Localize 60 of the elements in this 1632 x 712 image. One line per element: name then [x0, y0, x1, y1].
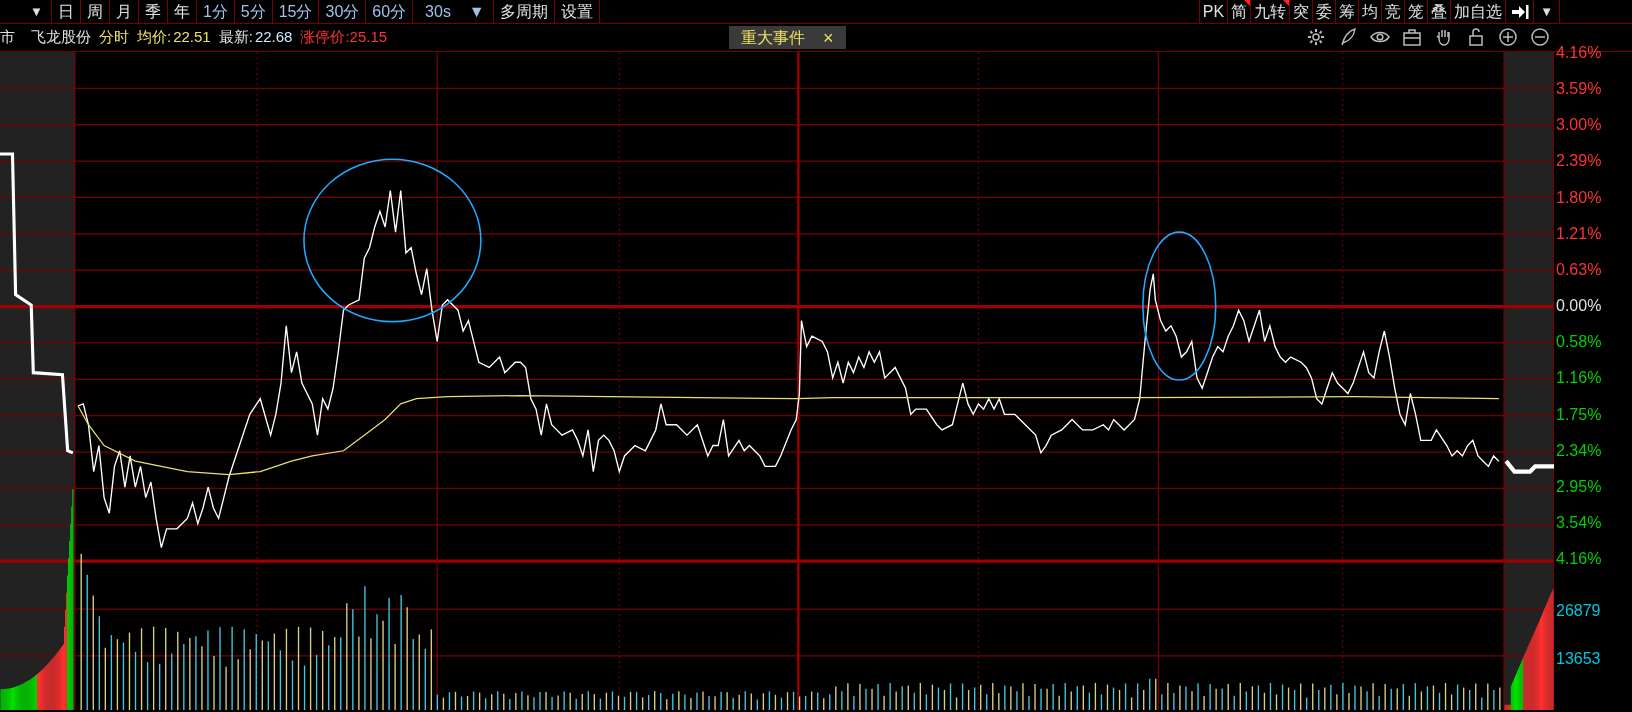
axis-label: 0.63%	[1556, 259, 1602, 280]
axis-label: 3.00%	[1556, 115, 1602, 136]
dropdown-caret[interactable]: ▼	[1533, 0, 1560, 23]
chart-mode-label: 分时	[99, 27, 129, 48]
toolbar-button[interactable]: 加自选	[1450, 0, 1506, 23]
interval-dropdown[interactable]: 30s ▼	[413, 0, 494, 23]
period-tab[interactable]: 30分	[319, 0, 367, 23]
period-tab[interactable]: 多周期	[493, 0, 555, 23]
axis-label: 4.16%	[1556, 43, 1602, 63]
axis-label: 2.34%	[1556, 440, 1602, 461]
period-tab[interactable]: 日	[51, 0, 81, 23]
period-tab[interactable]: 1分	[196, 0, 235, 23]
last-price-value: 22.68	[254, 27, 293, 48]
period-tab[interactable]: 周	[80, 0, 110, 23]
volume-axis-label: 26879	[1556, 601, 1601, 621]
toolbar-button[interactable]: 筹	[1335, 0, 1359, 23]
axis-label: 1.75%	[1556, 404, 1602, 425]
last-price-label: 最新:	[218, 27, 253, 48]
zoom-in-icon[interactable]	[1498, 27, 1518, 47]
period-tab[interactable]: 年	[167, 0, 197, 23]
period-tab[interactable]: 月	[109, 0, 139, 23]
axis-label: 2.95%	[1556, 476, 1602, 497]
period-tab[interactable]: 季	[138, 0, 168, 23]
dropdown-caret[interactable]: ▼	[0, 0, 52, 23]
average-price-label: 均价:	[137, 27, 172, 48]
toolbar-button[interactable]: 笼	[1404, 0, 1428, 23]
axis-label: 1.21%	[1556, 223, 1602, 244]
axis-label: 1.16%	[1556, 368, 1602, 389]
axis-label: 3.54%	[1556, 512, 1602, 533]
average-price-value: 22.51	[173, 27, 211, 48]
axis-label: 0.58%	[1556, 332, 1602, 353]
volume-axis-label: 13653	[1556, 649, 1601, 669]
settings-icon[interactable]	[1306, 27, 1326, 47]
toolbar-button[interactable]: 叠	[1427, 0, 1451, 23]
period-tab[interactable]: 60分	[366, 0, 414, 23]
price-line	[1504, 459, 1554, 474]
stock-name: 飞龙股份	[31, 27, 91, 48]
axis-label: 3.59%	[1556, 79, 1602, 100]
toolbar-button[interactable]: 委	[1312, 0, 1336, 23]
close-button[interactable]: ×	[823, 28, 834, 47]
axis-label: 4.16%	[1556, 549, 1602, 570]
toolbar-button[interactable]: 均	[1358, 0, 1382, 23]
axis-label: 0.00%	[1556, 296, 1602, 317]
period-tab[interactable]: 15分	[272, 0, 320, 23]
toolbox-icon[interactable]	[1402, 27, 1422, 47]
toolbar-button[interactable]: 九转	[1250, 0, 1290, 23]
lock-icon[interactable]	[1466, 27, 1486, 47]
event-tab[interactable]: 重大事件 ×	[729, 26, 846, 49]
limit-up-price: 涨停价:25.15	[300, 27, 388, 48]
axis-label: 2.39%	[1556, 151, 1602, 172]
axis-label: 1.80%	[1556, 187, 1602, 208]
zoom-out-icon[interactable]	[1530, 27, 1550, 47]
period-tab[interactable]: 5分	[234, 0, 273, 23]
toolbar-button[interactable]: 简	[1227, 0, 1251, 23]
toolbar-button[interactable]: 竞	[1381, 0, 1405, 23]
toolbar-button[interactable]: PK	[1198, 0, 1228, 23]
period-tab[interactable]: 设置	[554, 0, 600, 23]
feather-pen-icon[interactable]	[1338, 27, 1358, 47]
toolbar-button[interactable]: 突	[1289, 0, 1313, 23]
market-label: 市	[0, 27, 15, 48]
